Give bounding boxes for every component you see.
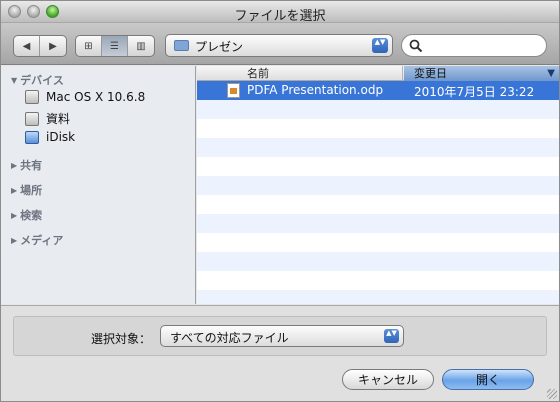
view-mode-control: ⊞ ☰ ▥ bbox=[75, 35, 155, 57]
empty-row bbox=[197, 252, 559, 271]
window-title: ファイルを選択 bbox=[234, 9, 326, 24]
sidebar-section-search[interactable]: ▶ 検索 bbox=[11, 207, 42, 223]
sidebar-item-idisk[interactable]: iDisk bbox=[25, 130, 75, 144]
column-view-button[interactable]: ▥ bbox=[128, 36, 154, 56]
forward-arrow-icon: ▶ bbox=[49, 40, 57, 52]
disclosure-closed-icon: ▶ bbox=[11, 235, 18, 245]
sidebar-item-label: 資料 bbox=[46, 112, 71, 126]
sidebar-item-label: iDisk bbox=[46, 130, 76, 144]
sidebar-section-label: デバイス bbox=[20, 74, 64, 87]
hard-disk-icon bbox=[25, 90, 39, 104]
presentation-file-icon bbox=[227, 83, 240, 98]
empty-row bbox=[197, 176, 559, 195]
sidebar-section-label: メディア bbox=[20, 234, 64, 247]
file-type-popup[interactable]: すべての対応ファイル ▲▼ bbox=[160, 325, 404, 347]
empty-row bbox=[197, 138, 559, 157]
disclosure-open-icon: ▼ bbox=[11, 75, 18, 85]
back-button[interactable]: ◀ bbox=[14, 36, 40, 56]
search-icon bbox=[409, 39, 423, 53]
empty-row bbox=[197, 100, 559, 119]
sidebar-item-shiryo[interactable]: 資料 bbox=[25, 110, 70, 127]
sidebar-section-label: 場所 bbox=[20, 184, 43, 197]
cancel-button[interactable]: キャンセル bbox=[342, 369, 434, 390]
forward-button[interactable]: ▶ bbox=[40, 36, 66, 56]
location-popup[interactable]: プレゼン ▲▼ bbox=[165, 34, 393, 57]
column-header-date-label: 変更日 bbox=[414, 67, 447, 80]
popup-arrows-icon: ▲▼ bbox=[372, 38, 388, 53]
sidebar-section-media[interactable]: ▶ メディア bbox=[11, 232, 63, 248]
sidebar-section-shared[interactable]: ▶ 共有 bbox=[11, 157, 42, 173]
idisk-icon bbox=[25, 130, 39, 144]
toolbar: ◀ ▶ ⊞ ☰ ▥ プレゼン ▲▼ bbox=[1, 23, 559, 65]
disclosure-closed-icon: ▶ bbox=[11, 160, 18, 170]
hard-disk-icon bbox=[25, 111, 39, 126]
sidebar-item-label: Mac OS X 10.6.8 bbox=[46, 90, 146, 104]
file-modified: 2010年7月5日 23:22 bbox=[414, 85, 535, 99]
sidebar-section-places[interactable]: ▶ 場所 bbox=[11, 182, 42, 198]
empty-row bbox=[197, 157, 559, 176]
column-view-icon: ▥ bbox=[136, 40, 146, 52]
sort-descending-icon: ▼ bbox=[547, 68, 555, 79]
disclosure-closed-icon: ▶ bbox=[11, 210, 18, 220]
sidebar-section-label: 共有 bbox=[20, 159, 43, 172]
popup-arrows-icon: ▲▼ bbox=[384, 329, 399, 343]
open-button[interactable]: 開く bbox=[442, 369, 534, 390]
column-header-name[interactable]: 名前 bbox=[197, 66, 403, 81]
empty-row bbox=[197, 271, 559, 290]
dialog-footer: 選択対象： すべての対応ファイル ▲▼ キャンセル 開く bbox=[1, 305, 559, 401]
empty-row bbox=[197, 119, 559, 138]
empty-row bbox=[197, 290, 559, 304]
list-view-button[interactable]: ☰ bbox=[102, 36, 128, 56]
column-header-date[interactable]: 変更日 ▼ bbox=[404, 66, 559, 81]
empty-row bbox=[197, 214, 559, 233]
file-name: PDFA Presentation.odp bbox=[247, 83, 384, 97]
sidebar-section-label: 検索 bbox=[20, 209, 43, 222]
sidebar-section-devices[interactable]: ▼ デバイス bbox=[11, 72, 64, 88]
title-bar: ファイルを選択 bbox=[1, 1, 559, 24]
disclosure-closed-icon: ▶ bbox=[11, 185, 18, 195]
open-file-dialog: ファイルを選択 ◀ ▶ ⊞ ☰ ▥ プレゼン ▲▼ ▼ デバイス Mac OS … bbox=[0, 0, 560, 402]
back-forward-control: ◀ ▶ bbox=[13, 35, 67, 57]
file-list: 名前 変更日 ▼ PDFA Presentation.odp 2010年7月5日… bbox=[197, 66, 559, 304]
file-list-header: 名前 変更日 ▼ bbox=[197, 66, 559, 81]
empty-row bbox=[197, 233, 559, 252]
icon-view-button[interactable]: ⊞ bbox=[76, 36, 102, 56]
file-row[interactable]: PDFA Presentation.odp 2010年7月5日 23:22 bbox=[197, 81, 559, 100]
back-arrow-icon: ◀ bbox=[22, 40, 31, 52]
empty-row bbox=[197, 195, 559, 214]
list-view-icon: ☰ bbox=[110, 40, 119, 52]
file-type-filter-box: 選択対象： すべての対応ファイル ▲▼ bbox=[13, 316, 547, 356]
icon-view-icon: ⊞ bbox=[84, 40, 93, 52]
enable-label: 選択対象： bbox=[91, 332, 152, 346]
location-label: プレゼン bbox=[195, 40, 244, 54]
file-rows: PDFA Presentation.odp 2010年7月5日 23:22 bbox=[197, 81, 559, 304]
search-field[interactable] bbox=[401, 34, 547, 57]
folder-icon bbox=[174, 40, 189, 51]
resize-grip-icon[interactable] bbox=[547, 389, 557, 399]
sidebar: ▼ デバイス Mac OS X 10.6.8 資料 iDisk ▶ 共有 ▶ 場… bbox=[1, 66, 196, 304]
file-type-value: すべての対応ファイル bbox=[170, 331, 289, 345]
sidebar-item-macosx[interactable]: Mac OS X 10.6.8 bbox=[25, 90, 145, 104]
